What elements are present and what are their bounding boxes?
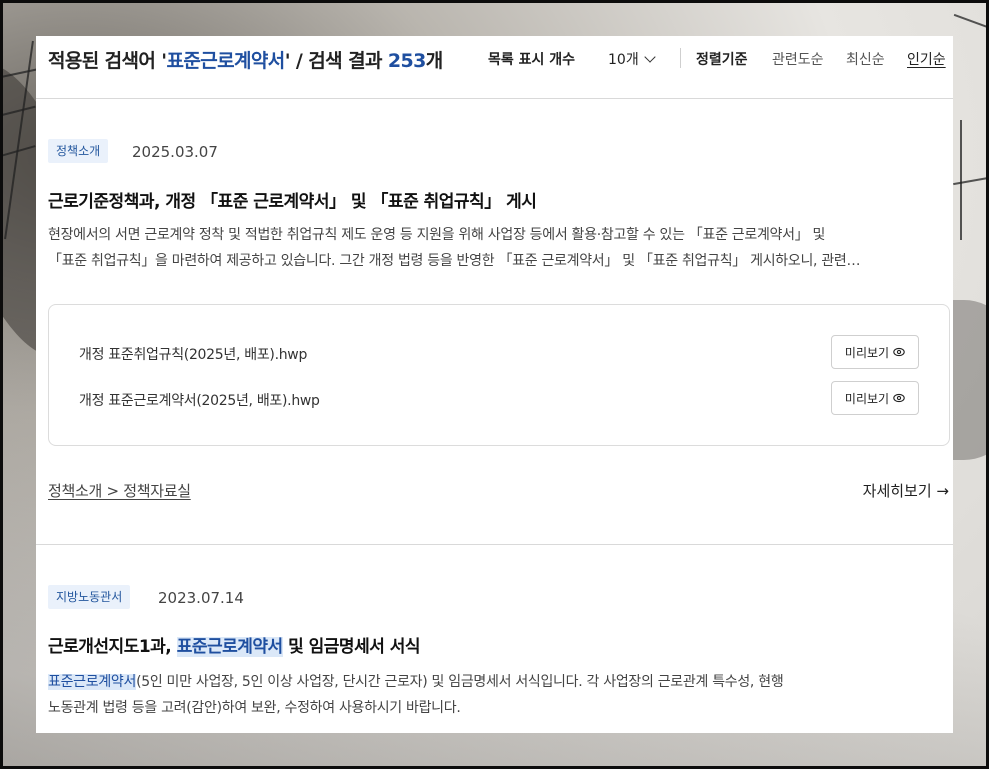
summary-text: (5인 미만 사업장, 5인 이상 사업장, 단시간 근로자) 및 임금명세서 … bbox=[136, 674, 784, 690]
attachment-file-name[interactable]: 개정 표준취업규칙(2025년, 배포).hwp bbox=[79, 344, 307, 364]
post-summary: 현장에서의 서면 근로계약 정착 및 적법한 취업규칙 제도 운영 등 지원을 … bbox=[48, 222, 943, 274]
attachment-file-name[interactable]: 개정 표준근로계약서(2025년, 배포).hwp bbox=[79, 390, 320, 410]
category-badge: 정책소개 bbox=[48, 139, 109, 163]
eye-icon bbox=[893, 347, 905, 357]
result-divider bbox=[36, 544, 953, 545]
search-results-panel: 적용된 검색어 '표준근로계약서' / 검색 결과 253개 목록 표시 개수 … bbox=[36, 36, 953, 733]
preview-button-label: 미리보기 bbox=[844, 345, 890, 360]
sort-latest[interactable]: 최신순 bbox=[846, 49, 885, 69]
list-count-label: 목록 표시 개수 bbox=[488, 52, 576, 68]
attachment-list: 개정 표준취업규칙(2025년, 배포).hwp 미리보기 개정 표준근로계약서… bbox=[48, 304, 950, 446]
count-unit: 개 bbox=[425, 50, 443, 72]
title-text: 근로개선지도1과, bbox=[48, 637, 177, 657]
category-badge: 지방노동관서 bbox=[48, 585, 131, 609]
title-text: 및 임금명세서 서식 bbox=[282, 637, 421, 657]
toolbar-divider bbox=[680, 48, 681, 68]
keyword-highlight: 표준근로계약서 bbox=[48, 674, 137, 690]
post-date: 2025.03.07 bbox=[132, 143, 218, 161]
summary-line: 노동관계 법령 등을 고려(감안)하여 보완, 수정하여 사용하시기 바랍니다. bbox=[48, 700, 461, 716]
eye-icon bbox=[893, 393, 905, 403]
sort-relevance[interactable]: 관련도순 bbox=[772, 49, 824, 69]
post-summary: 표준근로계약서(5인 미만 사업장, 5인 이상 사업장, 단시간 근로자) 및… bbox=[48, 669, 943, 721]
preview-button[interactable]: 미리보기 bbox=[831, 381, 919, 415]
search-result-summary: 적용된 검색어 '표준근로계약서' / 검색 결과 253개 bbox=[48, 46, 443, 73]
keyword-highlight: 표준근로계약서 bbox=[176, 637, 283, 657]
post-date: 2023.07.14 bbox=[158, 589, 244, 607]
list-count-value: 10개 bbox=[608, 52, 639, 68]
sort-popular[interactable]: 인기순 bbox=[907, 49, 946, 69]
preview-button-label: 미리보기 bbox=[844, 391, 890, 406]
results-toolbar: 적용된 검색어 '표준근로계약서' / 검색 결과 253개 목록 표시 개수 … bbox=[36, 36, 953, 99]
post-title[interactable]: 근로개선지도1과, 표준근로계약서 및 임금명세서 서식 bbox=[48, 632, 421, 657]
preview-button[interactable]: 미리보기 bbox=[831, 335, 919, 369]
list-count-select[interactable]: 10개 bbox=[608, 49, 656, 69]
chevron-down-icon bbox=[644, 51, 656, 63]
summary-line: 현장에서의 서면 근로계약 정착 및 적법한 취업규칙 제도 운영 등 지원을 … bbox=[48, 227, 826, 243]
summary-line: 「표준 취업규칙」을 마련하여 제공하고 있습니다. 그간 개정 법령 등을 반… bbox=[48, 253, 861, 269]
view-details-link[interactable]: 자세히보기 → bbox=[863, 480, 949, 501]
breadcrumb[interactable]: 정책소개 > 정책자료실 bbox=[48, 480, 191, 501]
summary-line: 표준근로계약서(5인 미만 사업장, 5인 이상 사업장, 단시간 근로자) 및… bbox=[48, 669, 943, 695]
title-prefix: 적용된 검색어 ' bbox=[48, 50, 167, 72]
search-keyword: 표준근로계약서 bbox=[166, 50, 286, 72]
post-title[interactable]: 근로기준정책과, 개정 「표준 근로계약서」 및 「표준 취업규칙」 게시 bbox=[48, 187, 537, 212]
sort-label: 정렬기준 bbox=[696, 52, 748, 68]
result-count: 253 bbox=[387, 50, 426, 72]
title-mid: ' / 검색 결과 bbox=[284, 50, 388, 72]
